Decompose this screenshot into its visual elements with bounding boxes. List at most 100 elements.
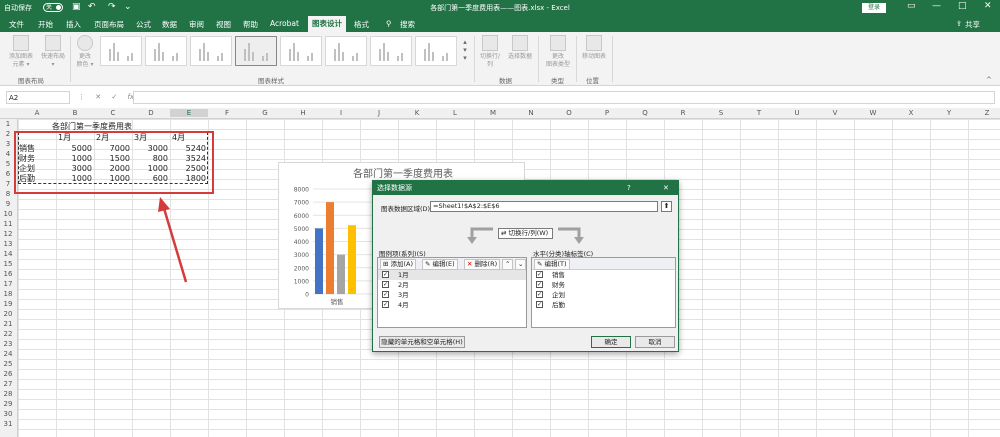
row-header-22[interactable]: 22 — [0, 330, 16, 338]
column-header-m[interactable]: M — [474, 109, 512, 117]
row-header-28[interactable]: 28 — [0, 390, 16, 398]
switch-row-column-dialog-button[interactable]: ⇄ 切换行/列(W) — [498, 228, 553, 239]
collapse-ribbon-icon[interactable]: ^ — [986, 76, 992, 84]
column-header-k[interactable]: K — [398, 109, 436, 117]
list-item[interactable]: ✓ 3月 — [378, 290, 526, 300]
chart-style-3[interactable] — [190, 36, 232, 66]
add-series-button[interactable]: ⊞ 添加(A) — [380, 259, 417, 270]
autosave-toggle[interactable]: 关 — [43, 3, 63, 12]
tab-insert[interactable]: 插入 — [66, 19, 81, 30]
name-box[interactable]: A2 — [6, 91, 70, 104]
column-header-z[interactable]: Z — [968, 109, 1000, 117]
row-header-29[interactable]: 29 — [0, 400, 16, 408]
row-header-1[interactable]: 1 — [0, 120, 16, 128]
column-header-f[interactable]: F — [208, 109, 246, 117]
chart-style-2[interactable] — [145, 36, 187, 66]
quick-layout-button[interactable]: 快速布局 ▾ — [38, 35, 68, 69]
list-item[interactable]: ✓ 企划 — [532, 290, 675, 300]
formula-input[interactable] — [133, 91, 995, 104]
ok-button[interactable]: 确定 — [591, 336, 631, 348]
maximize-icon[interactable]: □ — [958, 1, 967, 11]
column-header-i[interactable]: I — [322, 109, 360, 117]
cancel-button[interactable]: 取消 — [635, 336, 675, 348]
minimize-icon[interactable]: — — [932, 1, 941, 11]
share-button[interactable]: 共享 — [965, 19, 980, 30]
cancel-icon[interactable]: ✕ — [95, 93, 101, 101]
row-header-25[interactable]: 25 — [0, 360, 16, 368]
styles-scroll-icon[interactable]: ▴ ▾ ▾ — [460, 38, 470, 62]
column-header-x[interactable]: X — [892, 109, 930, 117]
tab-view[interactable]: 视图 — [216, 19, 231, 30]
row-header-16[interactable]: 16 — [0, 270, 16, 278]
checkbox-checked[interactable]: ✓ — [536, 301, 543, 308]
search-box[interactable]: 搜索 — [400, 19, 415, 30]
bar[interactable] — [326, 202, 334, 294]
collapse-dialog-icon[interactable]: ⬆ — [661, 201, 672, 212]
checkbox-checked[interactable]: ✓ — [382, 271, 389, 278]
select-data-button[interactable]: 选择数据 — [507, 35, 533, 61]
tab-home[interactable]: 开始 — [38, 19, 53, 30]
tab-help[interactable]: 帮助 — [243, 19, 258, 30]
column-header-d[interactable]: D — [132, 109, 170, 117]
list-item[interactable]: ✓ 2月 — [378, 280, 526, 290]
checkbox-checked[interactable]: ✓ — [536, 281, 543, 288]
column-header-w[interactable]: W — [854, 109, 892, 117]
column-header-u[interactable]: U — [778, 109, 816, 117]
bar[interactable] — [348, 225, 356, 294]
column-header-r[interactable]: R — [664, 109, 702, 117]
column-header-c[interactable]: C — [94, 109, 132, 117]
list-item[interactable]: ✓ 后勤 — [532, 300, 675, 310]
row-header-13[interactable]: 13 — [0, 240, 16, 248]
enter-icon[interactable]: ✓ — [111, 93, 117, 101]
row-header-20[interactable]: 20 — [0, 310, 16, 318]
change-colors-button[interactable]: 更改 颜色 ▾ — [74, 35, 96, 69]
share-icon[interactable]: ⇪ — [956, 19, 962, 28]
tab-data[interactable]: 数据 — [162, 19, 177, 30]
column-header-y[interactable]: Y — [930, 109, 968, 117]
chart-style-4[interactable] — [235, 36, 277, 66]
edit-axis-labels-button[interactable]: ✎ 编辑(T) — [534, 259, 570, 270]
column-header-q[interactable]: Q — [626, 109, 664, 117]
row-header-12[interactable]: 12 — [0, 230, 16, 238]
column-header-t[interactable]: T — [740, 109, 778, 117]
row-header-27[interactable]: 27 — [0, 380, 16, 388]
tab-page-layout[interactable]: 页面布局 — [94, 19, 124, 30]
column-header-b[interactable]: B — [56, 109, 94, 117]
list-item[interactable]: ✓ 1月 — [378, 270, 526, 280]
column-header-l[interactable]: L — [436, 109, 474, 117]
close-icon[interactable]: ✕ — [984, 1, 992, 11]
tab-chart-design[interactable]: 图表设计 — [308, 16, 346, 32]
row-header-26[interactable]: 26 — [0, 370, 16, 378]
column-header-e[interactable]: E — [170, 109, 208, 117]
add-chart-element-button[interactable]: 添加图表 元素 ▾ — [6, 35, 36, 69]
move-down-icon[interactable]: ⌄ — [515, 259, 527, 270]
list-item[interactable]: ✓ 财务 — [532, 280, 675, 290]
column-header-g[interactable]: G — [246, 109, 284, 117]
undo-icon[interactable]: ↶ — [88, 2, 96, 12]
column-header-p[interactable]: P — [588, 109, 626, 117]
login-button[interactable]: 登录 — [862, 3, 886, 13]
column-header-j[interactable]: J — [360, 109, 398, 117]
column-header-s[interactable]: S — [702, 109, 740, 117]
customize-qat-icon[interactable]: ⌄ — [124, 2, 132, 12]
bar[interactable] — [315, 228, 323, 294]
row-header-14[interactable]: 14 — [0, 250, 16, 258]
tab-acrobat[interactable]: Acrobat — [270, 19, 299, 28]
row-header-21[interactable]: 21 — [0, 320, 16, 328]
row-header-18[interactable]: 18 — [0, 290, 16, 298]
row-header-23[interactable]: 23 — [0, 340, 16, 348]
data-range-input[interactable]: =Sheet1!$A$2:$E$6 — [430, 201, 658, 212]
chart-style-7[interactable] — [370, 36, 412, 66]
checkbox-checked[interactable]: ✓ — [382, 301, 389, 308]
row-header-9[interactable]: 9 — [0, 200, 16, 208]
chart-style-5[interactable] — [280, 36, 322, 66]
checkbox-checked[interactable]: ✓ — [536, 271, 543, 278]
delete-series-button[interactable]: ✕ 删除(R) — [464, 259, 501, 270]
chart-style-1[interactable] — [100, 36, 142, 66]
chart-style-6[interactable] — [325, 36, 367, 66]
move-chart-button[interactable]: 移动图表 — [580, 35, 608, 61]
row-header-17[interactable]: 17 — [0, 280, 16, 288]
change-chart-type-button[interactable]: 更改 图表类型 — [544, 35, 572, 69]
dialog-close-icon[interactable]: ✕ — [663, 181, 669, 195]
list-item[interactable]: ✓ 销售 — [532, 270, 675, 280]
